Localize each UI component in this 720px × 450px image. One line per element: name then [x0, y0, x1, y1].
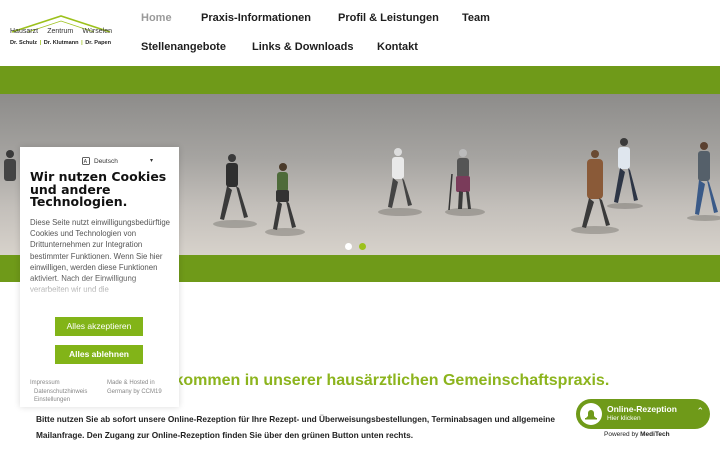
cookie-title: Wir nutzen Cookies und andere Technologi… — [30, 169, 167, 209]
green-band-top — [0, 66, 720, 94]
chevron-up-icon: ⌃ — [696, 406, 704, 416]
nav-kontakt[interactable]: Kontakt — [377, 41, 418, 53]
site-logo[interactable]: Hausarzt Zentrum Würselen Dr. Schulz | D… — [8, 14, 114, 50]
nav-links-downloads[interactable]: Links & Downloads — [252, 41, 353, 53]
rezeption-subtitle: Hier klicken — [607, 415, 641, 422]
text-fade — [20, 277, 179, 299]
datenschutz-link[interactable]: Datenschutzhinweis — [30, 388, 87, 397]
chevron-down-icon: ▾ — [150, 158, 154, 164]
rezeption-title: Online-Rezeption — [607, 404, 677, 414]
nav-profil-leistungen[interactable]: Profil & Leistungen — [338, 12, 439, 24]
online-rezeption-button[interactable]: Online-Rezeption Hier klicken ⌃ — [576, 399, 710, 429]
slider-dot-1[interactable] — [345, 243, 352, 250]
site-header: Hausarzt Zentrum Würselen Dr. Schulz | D… — [0, 0, 720, 66]
logo-word-wuerselen: Würselen — [82, 28, 112, 35]
language-label: Deutsch — [94, 157, 118, 165]
einstellungen-link[interactable]: Einstellungen — [30, 396, 87, 405]
reject-all-button[interactable]: Alles ablehnen — [55, 345, 143, 364]
welcome-text: Bitte nutzen Sie ab sofort unsere Online… — [36, 414, 555, 440]
meditech-brand: MediTech — [640, 431, 670, 438]
logo-doctor-2: Dr. Klutmann — [43, 40, 79, 46]
logo-doctor-3: Dr. Papen — [85, 40, 112, 46]
rezeption-icon-circle — [580, 403, 602, 425]
accept-all-button[interactable]: Alles akzeptieren — [55, 317, 143, 336]
welcome-heading: lkommen in unserer hausärztlichen Gemein… — [170, 372, 610, 389]
slider-dots — [345, 243, 366, 250]
powered-by-label: Powered by — [604, 431, 639, 438]
svg-text:A: A — [84, 159, 88, 165]
nav-team[interactable]: Team — [462, 12, 490, 24]
cookie-links: Impressum Datenschutzhinweis Einstellung… — [30, 379, 87, 405]
meditech-credit: Powered by MediTech — [604, 431, 670, 438]
nav-stellenangebote[interactable]: Stellenangebote — [141, 41, 226, 53]
logo-word-hausarzt: Hausarzt — [10, 28, 39, 35]
logo-doctor-1: Dr. Schulz — [10, 40, 38, 46]
logo-word-zentrum: Zentrum — [47, 28, 74, 35]
ccm19-credit[interactable]: Made & Hosted in Germany by CCM19 — [107, 379, 172, 396]
translate-icon: A — [82, 157, 90, 165]
nav-home[interactable]: Home — [141, 12, 172, 24]
slider-dot-2[interactable] — [359, 243, 366, 250]
nav-praxis-informationen[interactable]: Praxis-Informationen — [201, 12, 311, 24]
impressum-link[interactable]: Impressum — [30, 379, 87, 388]
language-selector[interactable]: A Deutsch ▾ — [82, 157, 153, 165]
bell-icon — [585, 410, 597, 420]
cookie-consent-panel: A Deutsch ▾ Wir nutzen Cookies und ander… — [20, 147, 179, 407]
